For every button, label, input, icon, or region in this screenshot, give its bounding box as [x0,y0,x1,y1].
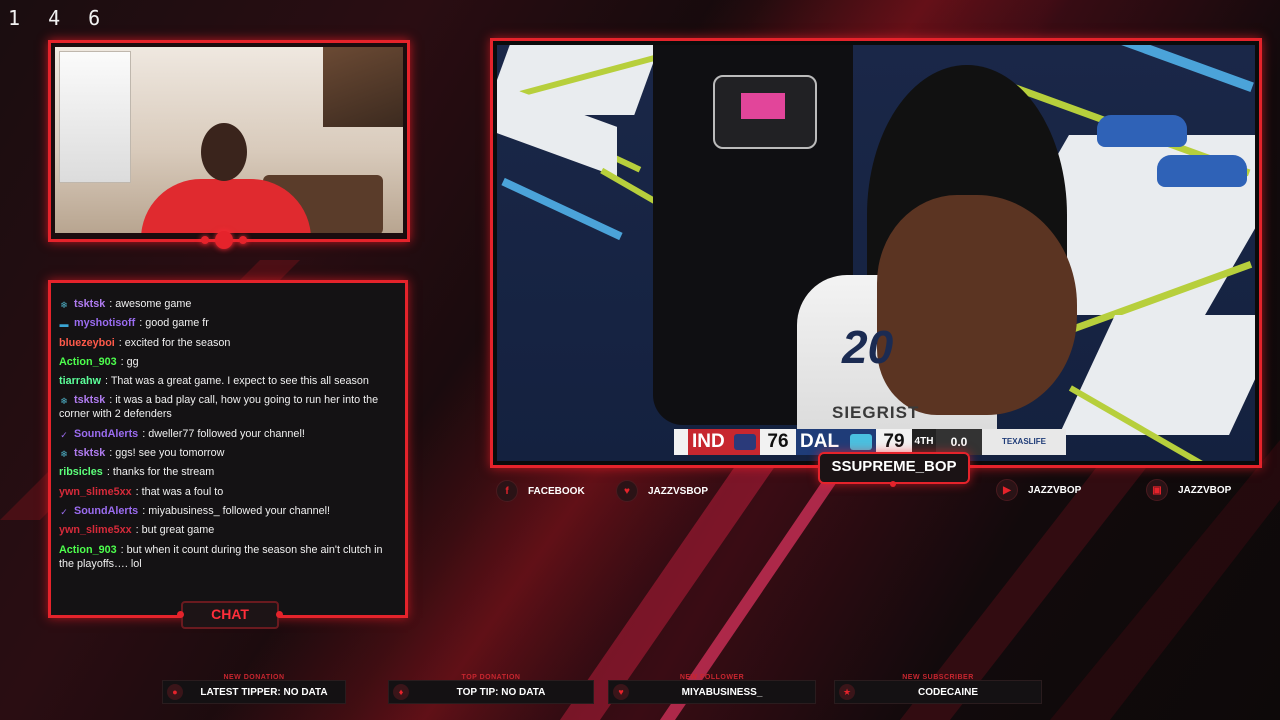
jersey-name: SIEGRIST [832,403,920,422]
chat-text: ggs! see you tomorrow [115,447,225,460]
webcam-indicator [201,231,247,249]
chat-panel: ❄ tsktsk: awesome game ▬ myshotisoff: good … [48,280,408,629]
viewer-counter: 1 4 6 [8,6,109,30]
webcam-feed [55,47,403,233]
sneaker [1157,155,1247,187]
away-team-label: DAL [800,431,840,452]
away-team-logo-icon [850,434,872,450]
social-facebook[interactable]: f FACEBOOK [496,480,585,502]
stat-label: NEW DONATION [223,674,285,681]
social-label: JAZZVBOP [1178,484,1232,496]
chat-text: thanks for the stream [112,466,215,479]
chat-message: tiarrahw: That was a great game. I expec… [59,374,393,388]
game-frame: 20 SIEGRIST IND 76 DAL 79 4TH 0.0 TEXASL… [490,38,1262,468]
chat-message: ribsicles: thanks for the stream [59,465,393,479]
chat-badge-icon: ▬ [59,319,69,330]
sneaker [1097,115,1187,147]
stat-top-donation: TOP DONATION ♦ TOP TIP: NO DATA [388,674,594,704]
chat-message-list[interactable]: ❄ tsktsk: awesome game ▬ myshotisoff: good … [59,297,393,576]
chat-username[interactable]: ribsicles [59,466,103,478]
webcam-stairs [323,47,403,127]
social-youtube[interactable]: ▶ JAZZVBOP [996,479,1081,501]
chat-message: ywn_slime5xx: that was a foul to [59,485,393,499]
chat-message: ywn_slime5xx: but great game [59,523,393,537]
chat-username[interactable]: myshotisoff [74,317,135,329]
league-logo-icon [674,429,688,455]
chat-message: bluezeyboi: excited for the season [59,336,393,350]
streamer-name: SSUPREME_BOP [818,452,970,487]
stat-label: NEW SUBSCRIBER [902,674,974,681]
stat-value: TOP TIP: NO DATA [456,686,546,698]
chat-tab[interactable]: CHAT [177,601,283,629]
chat-text: awesome game [115,298,192,310]
chat-message: ❄ tsktsk: ggs! see you tomorrow [59,446,393,460]
chat-username[interactable]: bluezeyboi [59,337,115,349]
pink-pouch [741,93,785,119]
chat-message: ❄ tsktsk: awesome game [59,297,393,311]
chat-text: excited for the season [124,336,231,349]
donation-icon: ● [167,684,183,700]
chat-message: ✓ SoundAlerts: miyabusiness_ followed you… [59,504,393,518]
player-hair [877,195,1077,415]
stat-value: LATEST TIPPER: NO DATA [200,686,328,698]
stat-new-donation: NEW DONATION ● LATEST TIPPER: NO DATA [162,674,346,704]
chat-text: good game fr [145,317,209,330]
chat-badge-icon: ❄ [60,449,68,460]
chat-username[interactable]: tsktsk [74,447,105,459]
chat-text: it was a bad play call, how you going to… [59,394,379,421]
chat-text: That was a great game. I expect to see t… [110,375,369,388]
chat-text: that was a foul to [141,485,224,498]
chat-message: ▬ myshotisoff: good game fr [59,316,393,330]
heart-icon: ♥ [616,480,638,502]
chat-username[interactable]: ywn_slime5xx [59,524,132,536]
webcam-window [59,51,131,183]
stat-value: MIYABUSINESS_ [681,686,763,698]
chat-username[interactable]: SoundAlerts [74,428,138,440]
chat-username[interactable]: SoundAlerts [74,505,138,517]
chat-text: miyabusiness_ followed your channel! [148,504,331,517]
chat-text: but great game [141,524,215,537]
chat-message: Action_903: gg [59,355,393,369]
chat-username[interactable]: tsktsk [74,394,105,406]
jersey-number: 20 [842,321,894,373]
drop-icon: ♦ [393,684,409,700]
home-score: 76 [760,429,796,455]
chat-badge-icon: ✓ [60,506,68,517]
stat-label: NEW FOLLOWER [679,674,745,681]
chat-badge-icon: ❄ [60,396,68,407]
stat-new-follower: NEW FOLLOWER ♥ MIYABUSINESS_ [608,674,816,704]
stat-new-subscriber: NEW SUBSCRIBER ★ CODECAINE [834,674,1042,704]
chat-username[interactable]: tiarrahw [59,375,101,387]
streamer-head [201,123,247,181]
youtube-icon: ▶ [996,479,1018,501]
home-team-label: IND [692,431,725,452]
stat-label: TOP DONATION [461,674,521,681]
chat-message: Action_903: but when it count during the… [59,543,393,571]
stat-value: CODECAINE [917,686,978,698]
chat-username[interactable]: tsktsk [74,298,105,310]
twitch-icon: ▣ [1146,479,1168,501]
chat-username[interactable]: ywn_slime5xx [59,486,132,498]
home-team-logo-icon [734,434,756,450]
chat-username[interactable]: Action_903 [59,544,117,556]
social-label: FACEBOOK [528,485,585,497]
game-feed: 20 SIEGRIST IND 76 DAL 79 4TH 0.0 TEXASL… [497,45,1255,461]
facebook-icon: f [496,480,518,502]
social-twitch[interactable]: ▣ JAZZVBOP [1146,479,1231,501]
chat-badge-icon: ✓ [60,429,68,440]
webcam-frame [48,40,410,249]
chat-badge-icon: ❄ [60,300,68,310]
social-jazzvsbop[interactable]: ♥ JAZZVSBOP [616,480,708,502]
social-label: JAZZVBOP [1028,484,1082,496]
chat-username[interactable]: Action_903 [59,356,117,368]
sponsor: TEXASLIFE [982,429,1066,455]
chat-message: ✓ SoundAlerts: dweller77 followed your ch… [59,427,393,441]
star-icon: ★ [839,684,855,700]
chat-message: ❄ tsktsk: it was a bad play call, how you… [59,393,393,421]
home-team: IND [688,429,760,455]
heart-icon: ♥ [613,684,629,700]
chat-text: dweller77 followed your channel! [148,427,305,440]
chat-text: gg [126,355,139,368]
social-label: JAZZVSBOP [648,485,709,497]
